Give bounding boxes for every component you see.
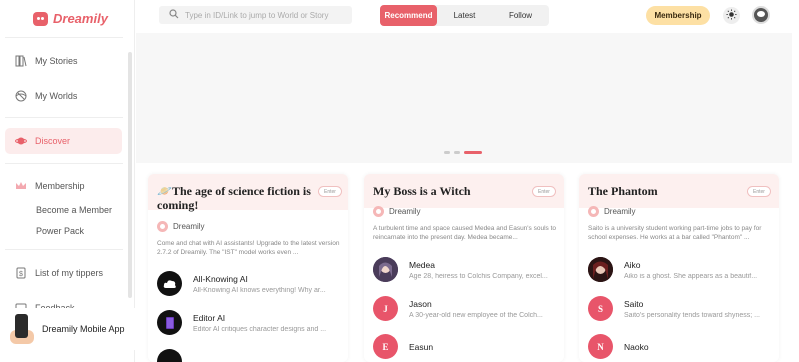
divider [5, 163, 123, 164]
portrait-avatar-icon [588, 257, 613, 282]
card-description: Come and chat with AI assistants! Upgrad… [157, 240, 340, 256]
card-title: My Boss is a Witch [373, 184, 471, 198]
card-author[interactable]: Dreamily [373, 206, 421, 217]
sidebar: Dreamily My Stories My Worlds Discover M… [0, 0, 135, 362]
character-item[interactable]: J Jason A 30-year-old new employee of th… [373, 296, 559, 321]
tab-recommend[interactable]: Recommend [380, 5, 437, 26]
hero-banner[interactable] [136, 33, 792, 163]
theme-toggle-button[interactable] [723, 7, 740, 24]
sidebar-item-label: My Worlds [35, 91, 78, 101]
banner-dot[interactable] [444, 151, 450, 154]
card-description: Saito is a university student working pa… [588, 225, 762, 241]
card-author[interactable]: Dreamily [588, 206, 636, 217]
become-member-link[interactable]: Become a Member [36, 205, 112, 215]
card-title: The Phantom [588, 184, 658, 198]
enter-button[interactable]: Enter [747, 186, 771, 197]
character-item[interactable]: S Saito Saito's personality tends toward… [588, 296, 774, 321]
character-item[interactable]: All-Knowing AI All-Knowing AI knows ever… [157, 271, 343, 296]
banner-pagination [444, 151, 482, 154]
enter-button[interactable]: Enter [532, 186, 556, 197]
mobile-app-banner[interactable]: Dreamily Mobile App [0, 308, 135, 350]
tip-icon: $ [15, 267, 27, 279]
phone-icon [8, 312, 36, 346]
story-card[interactable]: The Phantom Enter Dreamily Saito is a un… [579, 174, 779, 362]
membership-button[interactable]: Membership [646, 6, 710, 25]
character-name: Naoko [624, 341, 649, 352]
books-icon [15, 55, 27, 67]
user-avatar[interactable] [752, 6, 770, 24]
character-initial-avatar: N [588, 334, 613, 359]
search-bar[interactable] [159, 6, 352, 24]
sun-icon [726, 8, 737, 23]
character-initial-avatar: J [373, 296, 398, 321]
divider [5, 37, 123, 38]
portrait-avatar-icon [373, 257, 398, 282]
sidebar-item-my-stories[interactable]: My Stories [5, 48, 122, 74]
character-name: Medea [409, 259, 435, 270]
character-item[interactable]: Medea Age 28, heiress to Colchis Company… [373, 257, 559, 282]
divider [5, 249, 123, 250]
tab-follow[interactable]: Follow [492, 5, 549, 26]
cloud-avatar-icon [157, 271, 182, 296]
crown-icon [15, 180, 27, 192]
character-description: All-Knowing AI knows everything! Why ar.… [193, 286, 326, 294]
banner-dot[interactable] [454, 151, 460, 154]
enter-button[interactable]: Enter [318, 186, 342, 197]
character-name: Easun [409, 341, 434, 352]
sidebar-item-my-worlds[interactable]: My Worlds [5, 83, 122, 109]
character-initial-avatar: E [373, 334, 398, 359]
character-item[interactable] [157, 349, 182, 362]
search-icon [169, 6, 179, 24]
character-initial-avatar: S [588, 296, 613, 321]
author-avatar-icon [588, 206, 599, 217]
character-description: Saito's personality tends toward shyness… [624, 311, 760, 319]
search-input[interactable] [185, 10, 345, 20]
sidebar-item-label: My Stories [35, 56, 78, 66]
character-name: Editor AI [193, 312, 226, 323]
character-description: Editor AI critiques character designs an… [193, 325, 327, 333]
character-item[interactable]: E Easun [373, 334, 433, 359]
character-item[interactable]: Aiko Aiko is a ghost. She appears as a b… [588, 257, 774, 282]
sidebar-item-membership[interactable]: Membership [5, 173, 122, 199]
feed-tabs: Recommend Latest Follow [380, 5, 549, 26]
character-item[interactable]: Editor AI Editor AI critiques character … [157, 310, 343, 335]
book-avatar-icon [157, 310, 182, 335]
sidebar-item-discover[interactable]: Discover [5, 128, 122, 154]
author-avatar-icon [157, 221, 168, 232]
character-name: Saito [624, 298, 644, 309]
tab-latest[interactable]: Latest [437, 5, 492, 26]
character-avatar [157, 349, 182, 362]
story-card[interactable]: My Boss is a Witch Enter Dreamily A turb… [364, 174, 564, 362]
sidebar-item-tippers[interactable]: $ List of my tippers [5, 260, 122, 286]
banner-dot-active[interactable] [464, 151, 482, 154]
logo-icon [33, 11, 48, 26]
character-description: A 30-year-old new employee of the Colch.… [409, 311, 543, 319]
mobile-app-label: Dreamily Mobile App [42, 324, 125, 334]
character-description: Age 28, heiress to Colchis Company, exce… [409, 272, 548, 280]
app-logo[interactable]: Dreamily [33, 11, 108, 26]
character-name: Aiko [624, 259, 641, 270]
globe-icon [15, 90, 27, 102]
character-name: All-Knowing AI [193, 273, 248, 284]
power-pack-link[interactable]: Power Pack [36, 226, 84, 236]
app-name: Dreamily [53, 11, 108, 26]
planet-emoji-icon: 🪐 [157, 184, 172, 198]
sidebar-scrollbar[interactable] [128, 52, 132, 298]
card-description: A turbulent time and space caused Medea … [373, 225, 556, 241]
divider [5, 117, 123, 118]
planet-icon [15, 135, 27, 147]
sidebar-item-label: List of my tippers [35, 268, 104, 278]
author-avatar-icon [373, 206, 384, 217]
card-title: 🪐The age of science fiction is coming! [157, 184, 311, 212]
character-description: Aiko is a ghost. She appears as a beauti… [624, 272, 758, 280]
card-author[interactable]: Dreamily [157, 221, 205, 232]
sidebar-item-label: Discover [35, 136, 71, 146]
svg-text:$: $ [19, 271, 23, 278]
sidebar-item-label: Membership [35, 181, 85, 191]
story-card[interactable]: 🪐The age of science fiction is coming! E… [148, 174, 348, 362]
character-name: Jason [409, 298, 432, 309]
character-item[interactable]: N Naoko [588, 334, 649, 359]
